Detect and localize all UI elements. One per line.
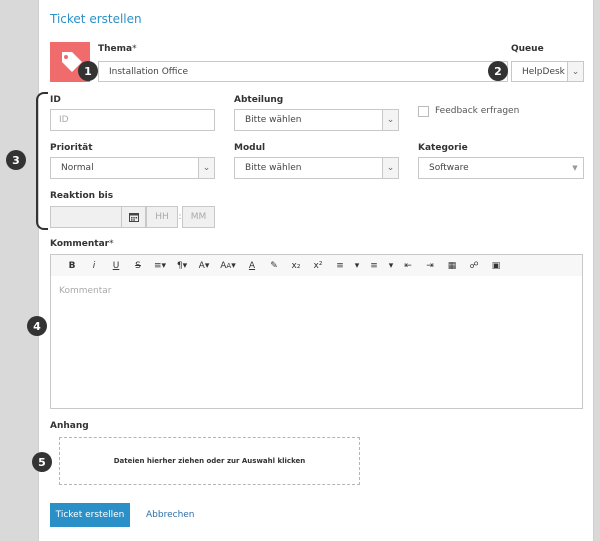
id-placeholder: ID xyxy=(59,115,69,125)
outdent-icon[interactable]: ⇤ xyxy=(397,261,419,271)
text-color-icon[interactable]: A xyxy=(241,261,263,271)
superscript-button[interactable]: x² xyxy=(307,261,329,271)
reaktion-date-input[interactable] xyxy=(50,206,122,228)
kategorie-label: Kategorie xyxy=(418,143,468,153)
chevron-down-icon: ⌄ xyxy=(198,158,214,178)
id-label: ID xyxy=(50,95,61,105)
submit-button[interactable]: Ticket erstellen xyxy=(50,503,130,527)
chevron-down-icon: ⌄ xyxy=(567,62,583,81)
ordered-list-icon[interactable]: ≡ xyxy=(329,261,351,271)
thema-input[interactable]: Installation Office xyxy=(98,61,508,82)
feedback-label: Feedback erfragen xyxy=(435,106,520,116)
calendar-button[interactable] xyxy=(122,206,146,228)
prioritaet-label: Priorität xyxy=(50,143,93,153)
modul-value: Bitte wählen xyxy=(245,163,302,173)
chevron-down-icon: ⌄ xyxy=(382,110,398,130)
font-dropdown-icon[interactable]: A▾ xyxy=(193,261,215,271)
link-icon[interactable]: ☍ xyxy=(463,261,485,271)
unordered-list-dropdown-icon[interactable]: ▾ xyxy=(385,261,397,271)
queue-label: Queue xyxy=(511,44,544,54)
highlight-pen-icon[interactable]: ✎ xyxy=(263,261,285,271)
prioritaet-value: Normal xyxy=(61,163,94,173)
cancel-link[interactable]: Abbrechen xyxy=(146,503,195,527)
hh-input[interactable]: HH xyxy=(146,206,178,228)
kategorie-value: Software xyxy=(429,163,469,173)
abteilung-label: Abteilung xyxy=(234,95,284,105)
page-title: Ticket erstellen xyxy=(50,12,142,26)
caret-down-icon: ▼ xyxy=(572,164,578,172)
italic-button[interactable]: i xyxy=(83,261,105,271)
id-input[interactable]: ID xyxy=(50,109,215,131)
thema-label: Thema* xyxy=(98,44,137,54)
kommentar-label: Kommentar* xyxy=(50,239,114,249)
abteilung-value: Bitte wählen xyxy=(245,115,302,125)
hh-placeholder: HH xyxy=(155,212,169,222)
underline-button[interactable]: U xyxy=(105,261,127,271)
group-bracket xyxy=(36,92,48,230)
reaktion-label: Reaktion bis xyxy=(50,191,114,201)
callout-badge-5: 5 xyxy=(32,452,52,472)
subscript-button[interactable]: x₂ xyxy=(285,261,307,271)
paragraph-dropdown-icon[interactable]: ¶▾ xyxy=(171,261,193,271)
calendar-icon xyxy=(128,213,139,222)
image-icon[interactable]: ▣ xyxy=(485,261,507,271)
attachment-dropzone[interactable]: Dateien hierher ziehen oder zur Auswahl … xyxy=(59,437,360,485)
strikethrough-button[interactable]: S xyxy=(127,261,149,271)
kategorie-select[interactable]: Software ▼ xyxy=(418,157,584,179)
align-dropdown-icon[interactable]: ≡▾ xyxy=(149,261,171,271)
kommentar-editor[interactable]: Kommentar xyxy=(50,276,583,409)
font-size-dropdown-icon[interactable]: AA▾ xyxy=(215,261,241,271)
editor-toolbar: B i U S ≡▾ ¶▾ A▾ AA▾ A ✎ x₂ x² ≡ ▾ ≡ ▾ ⇤… xyxy=(50,254,583,277)
feedback-checkbox[interactable] xyxy=(418,106,429,117)
dropzone-text: Dateien hierher ziehen oder zur Auswahl … xyxy=(113,457,306,465)
queue-value: HelpDesk 1 xyxy=(522,66,574,77)
callout-badge-3: 3 xyxy=(6,150,26,170)
mm-placeholder: MM xyxy=(190,212,207,222)
mm-input[interactable]: MM xyxy=(182,206,215,228)
bold-button[interactable]: B xyxy=(61,261,83,271)
abteilung-select[interactable]: Bitte wählen ⌄ xyxy=(234,109,399,131)
modul-select[interactable]: Bitte wählen ⌄ xyxy=(234,157,399,179)
modul-label: Modul xyxy=(234,143,266,153)
unordered-list-icon[interactable]: ≡ xyxy=(363,261,385,271)
prioritaet-select[interactable]: Normal ⌄ xyxy=(50,157,215,179)
anhang-label: Anhang xyxy=(50,421,89,431)
indent-icon[interactable]: ⇥ xyxy=(419,261,441,271)
chevron-down-icon: ⌄ xyxy=(382,158,398,178)
kommentar-placeholder: Kommentar xyxy=(59,286,112,296)
table-icon[interactable]: ▦ xyxy=(441,261,463,271)
thema-value: Installation Office xyxy=(109,66,188,77)
callout-badge-4: 4 xyxy=(27,316,47,336)
queue-select[interactable]: HelpDesk 1 ⌄ xyxy=(511,61,584,82)
ordered-list-dropdown-icon[interactable]: ▾ xyxy=(351,261,363,271)
callout-badge-2: 2 xyxy=(488,61,508,81)
callout-badge-1: 1 xyxy=(78,61,98,81)
